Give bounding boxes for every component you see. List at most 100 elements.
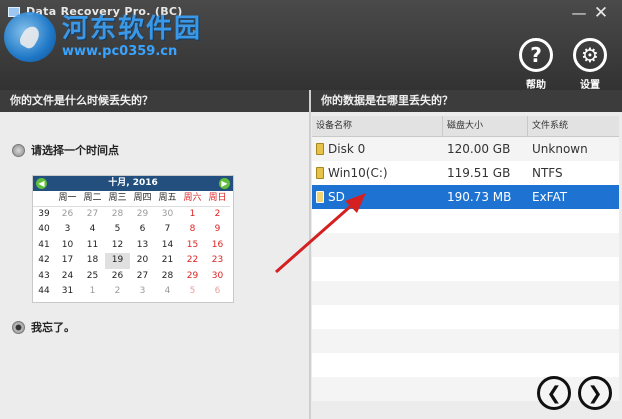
- file-system-cell: Unknown: [532, 142, 588, 156]
- calendar-day[interactable]: 13: [130, 238, 155, 254]
- calendar-prev-month-button[interactable]: ◀: [36, 178, 47, 189]
- date-calendar: ◀ 十月, 2016 ▶ 周一 周二 周三 周四 周五 周六 周日 39 26 27 28 29 30 1…: [32, 175, 234, 303]
- calendar-day[interactable]: 6: [130, 222, 155, 238]
- device-table: 设备名称 磁盘大小 文件系统 Disk 0 120.00 GB Unknown Win…: [312, 116, 619, 401]
- file-system-cell: NTFS: [532, 166, 563, 180]
- calendar-day[interactable]: 2: [205, 207, 230, 223]
- calendar-day[interactable]: 21: [155, 253, 180, 269]
- weekday-header: 周四: [130, 191, 155, 207]
- calendar-month-label[interactable]: 十月, 2016: [108, 178, 158, 188]
- calendar-day[interactable]: 15: [180, 238, 205, 254]
- week-number: 42: [38, 255, 50, 265]
- calendar-day[interactable]: 9: [205, 222, 230, 238]
- calendar-day[interactable]: 4: [80, 222, 105, 238]
- calendar-day[interactable]: 26: [105, 269, 130, 285]
- calendar-day[interactable]: 18: [80, 253, 105, 269]
- table-row[interactable]: Win10(C:) 119.51 GB NTFS: [312, 161, 619, 185]
- time-section-heading: 你的文件是什么时候丢失的？: [0, 90, 309, 112]
- empty-table-row: [312, 353, 619, 377]
- calendar-day[interactable]: 8: [180, 222, 205, 238]
- calendar-day[interactable]: 23: [205, 253, 230, 269]
- app-window: Data Recovery Pro. (BC) 河东软件园 www.pc0359…: [0, 0, 622, 419]
- forgot-label: 我忘了。: [31, 321, 75, 334]
- calendar-day[interactable]: 3: [55, 222, 80, 238]
- calendar-day[interactable]: 16: [205, 238, 230, 254]
- calendar-day[interactable]: 29: [180, 269, 205, 285]
- calendar-day[interactable]: 30: [155, 207, 180, 223]
- back-button[interactable]: ❮: [537, 376, 571, 410]
- forgot-radio[interactable]: [12, 320, 25, 334]
- calendar-day[interactable]: 5: [105, 222, 130, 238]
- minimize-button[interactable]: —: [568, 4, 590, 24]
- weekday-header: 周日: [205, 191, 230, 207]
- calendar-day[interactable]: 14: [155, 238, 180, 254]
- calendar-day[interactable]: 30: [205, 269, 230, 285]
- calendar-day[interactable]: 28: [105, 207, 130, 223]
- calendar-next-month-button[interactable]: ▶: [219, 178, 230, 189]
- settings-button[interactable]: ⚙ 设置: [570, 38, 610, 91]
- weekday-header: 周三: [105, 191, 130, 207]
- calendar-day[interactable]: 6: [205, 284, 230, 300]
- file-system-cell: ExFAT: [532, 190, 568, 204]
- device-name-cell: Disk 0: [312, 137, 443, 161]
- forgot-option[interactable]: 我忘了。: [12, 319, 75, 335]
- settings-label: 设置: [580, 80, 600, 91]
- week-number: 40: [38, 224, 50, 234]
- weekday-header: 周二: [80, 191, 105, 207]
- device-name: Disk 0: [328, 142, 366, 156]
- calendar-day[interactable]: 27: [80, 207, 105, 223]
- calendar-day[interactable]: 24: [55, 269, 80, 285]
- empty-table-row: [312, 281, 619, 305]
- device-name-cell: SD: [312, 185, 443, 209]
- calendar-day[interactable]: 7: [155, 222, 180, 238]
- calendar-day[interactable]: 27: [130, 269, 155, 285]
- watermark-site-name: 河东软件园: [62, 14, 203, 44]
- close-button[interactable]: ✕: [590, 4, 612, 24]
- drive-icon: [316, 143, 324, 155]
- time-point-option[interactable]: 请选择一个时间点: [12, 142, 119, 158]
- device-name-cell: Win10(C:): [312, 161, 443, 185]
- calendar-day[interactable]: 22: [180, 253, 205, 269]
- time-pane: 请选择一个时间点 ◀ 十月, 2016 ▶ 周一 周二 周三 周四 周五 周六 周日 39 26…: [0, 112, 309, 419]
- calendar-day[interactable]: 11: [80, 238, 105, 254]
- calendar-day[interactable]: 29: [130, 207, 155, 223]
- week-number: 43: [38, 270, 50, 281]
- table-row[interactable]: SD 190.73 MB ExFAT: [312, 185, 619, 209]
- calendar-day[interactable]: 2: [105, 284, 130, 300]
- calendar-day[interactable]: 5: [180, 284, 205, 300]
- calendar-day[interactable]: 17: [55, 253, 80, 269]
- calendar-day[interactable]: 1: [180, 207, 205, 223]
- disk-size-cell: 190.73 MB: [447, 190, 512, 204]
- column-device-name[interactable]: 设备名称: [312, 116, 443, 136]
- calendar-day[interactable]: 20: [130, 253, 155, 269]
- calendar-day[interactable]: 25: [80, 269, 105, 285]
- device-rows: Disk 0 120.00 GB Unknown Win10(C:) 119.51 GB…: [312, 137, 619, 401]
- time-point-radio[interactable]: [12, 143, 25, 157]
- calendar-day[interactable]: 1: [80, 284, 105, 300]
- weekday-header: 周六: [180, 191, 205, 207]
- column-file-system[interactable]: 文件系统: [528, 116, 619, 136]
- empty-table-row: [312, 233, 619, 257]
- calendar-day[interactable]: 10: [55, 238, 80, 254]
- weekday-header: 周一: [55, 191, 80, 207]
- calendar-day[interactable]: 19: [105, 253, 130, 269]
- help-button[interactable]: ? 帮助: [516, 38, 556, 91]
- calendar-day[interactable]: 26: [55, 207, 80, 223]
- calendar-day[interactable]: 31: [55, 284, 80, 300]
- week-number: 41: [38, 239, 50, 250]
- column-disk-size[interactable]: 磁盘大小: [443, 116, 528, 136]
- calendar-day[interactable]: 3: [130, 284, 155, 300]
- device-table-header: 设备名称 磁盘大小 文件系统: [312, 116, 619, 137]
- empty-table-row: [312, 377, 619, 401]
- time-point-label: 请选择一个时间点: [31, 144, 119, 157]
- help-icon: ?: [519, 38, 553, 72]
- header-bar: Data Recovery Pro. (BC) 河东软件园 www.pc0359…: [0, 0, 622, 91]
- calendar-day[interactable]: 4: [155, 284, 180, 300]
- next-button[interactable]: ❯: [578, 376, 612, 410]
- watermark-url: www.pc0359.cn: [62, 44, 178, 59]
- drive-icon: [316, 167, 324, 179]
- calendar-day[interactable]: 12: [105, 238, 130, 254]
- calendar-day[interactable]: 28: [155, 269, 180, 285]
- table-row[interactable]: Disk 0 120.00 GB Unknown: [312, 137, 619, 161]
- disk-size-cell: 119.51 GB: [447, 166, 511, 180]
